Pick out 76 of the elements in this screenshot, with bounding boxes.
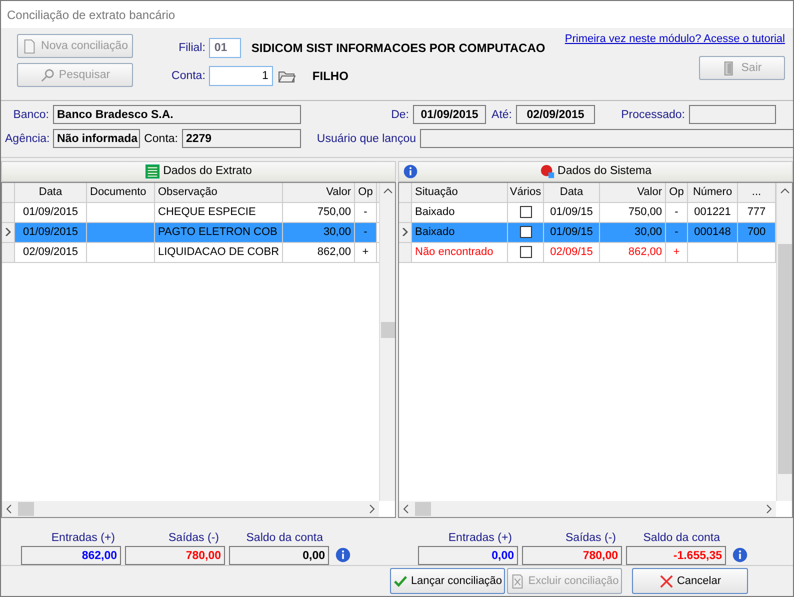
scroll-right-icon[interactable] xyxy=(369,504,375,514)
field-label: Conta: xyxy=(170,70,206,82)
info-icon[interactable] xyxy=(732,547,748,564)
column-header[interactable]: Data xyxy=(544,182,600,202)
scroll-thumb[interactable] xyxy=(415,502,431,516)
checkbox[interactable] xyxy=(520,226,532,238)
info-icon[interactable] xyxy=(403,164,418,179)
column-header[interactable]: Op xyxy=(666,182,688,202)
checkmark-icon xyxy=(392,574,408,588)
end-date-field: 02/09/2015 xyxy=(516,105,595,124)
search-icon xyxy=(40,68,55,82)
table-row[interactable]: Não encontrado 02/09/15 862,00 + xyxy=(399,242,776,263)
account-name: FILHO xyxy=(312,69,348,83)
field-label: Filial: xyxy=(178,42,206,54)
total-field: 780,00 xyxy=(522,546,622,566)
table-row[interactable]: 02/09/2015 LIQUIDACAO DE COBR 862,00 + xyxy=(2,242,379,263)
row-pointer-icon xyxy=(5,228,11,236)
column-header[interactable]: Vários xyxy=(508,182,544,202)
scroll-up-icon[interactable] xyxy=(780,188,790,194)
bank-field: Banco Bradesco S.A. xyxy=(53,105,301,124)
scroll-thumb[interactable] xyxy=(380,322,394,338)
column-header[interactable]: Observação xyxy=(155,182,283,202)
action-button[interactable]: Lançar conciliação xyxy=(390,568,505,594)
column-header[interactable]: Situação xyxy=(412,182,508,202)
panel-title: Dados do Sistema xyxy=(558,165,652,178)
company-name: SIDICOM SIST INFORMACOES POR COMPUTACAO xyxy=(251,41,546,55)
column-header[interactable]: Data xyxy=(15,182,87,202)
table-row[interactable]: Baixado 01/09/15 30,00 - 000148 700 xyxy=(399,222,776,243)
scroll-left-icon[interactable] xyxy=(6,504,12,514)
total-field: -1.655,35 xyxy=(626,546,726,566)
field-label: Processado: xyxy=(620,108,686,120)
info-icon[interactable] xyxy=(335,547,351,564)
total-label: Saídas (-) xyxy=(566,532,617,544)
scroll-up-icon[interactable] xyxy=(382,188,392,194)
total-label: Saldo da conta xyxy=(246,532,324,544)
field-label: De: xyxy=(390,108,410,120)
document-icon xyxy=(22,38,38,54)
window-title: Conciliação de extrato bancário xyxy=(7,8,176,22)
agency-field: Não informada xyxy=(53,129,140,148)
column-header[interactable]: Número xyxy=(688,182,738,202)
branch-field[interactable]: 01 xyxy=(209,38,242,58)
total-label: Saídas (-) xyxy=(168,532,220,544)
account-field[interactable]: 1 xyxy=(209,66,274,86)
tutorial-link[interactable]: Primeira vez neste módulo? Acesse o tutorial xyxy=(564,33,785,45)
list-icon xyxy=(145,164,160,179)
scroll-thumb[interactable] xyxy=(18,502,34,516)
total-field: 0,00 xyxy=(418,546,518,566)
panel-title: Dados do Extrato xyxy=(163,165,252,178)
scroll-thumb[interactable] xyxy=(778,244,792,474)
document-x-icon xyxy=(510,574,526,588)
scroll-right-icon[interactable] xyxy=(766,504,772,514)
field-label: Banco: xyxy=(12,108,50,120)
total-label: Saldo da conta xyxy=(643,532,721,544)
table-row[interactable]: 01/09/2015 PAGTO ELETRON COB 30,00 - xyxy=(2,222,379,243)
logo-icon xyxy=(540,164,555,179)
row-pointer-icon xyxy=(402,228,408,236)
action-button[interactable]: Cancelar xyxy=(632,568,748,594)
total-field: 780,00 xyxy=(125,546,225,566)
total-label: Entradas (+) xyxy=(448,532,513,544)
field-label: Usuário que lançou xyxy=(316,132,417,144)
scroll-left-icon[interactable] xyxy=(403,504,409,514)
field-label: Conta: xyxy=(143,132,179,144)
column-header[interactable]: Op xyxy=(355,182,377,202)
field-label: Até: xyxy=(490,108,513,120)
close-icon xyxy=(658,574,674,588)
column-header[interactable]: Valor xyxy=(283,182,355,202)
total-field: 0,00 xyxy=(229,546,329,566)
column-header[interactable]: Valor xyxy=(600,182,666,202)
start-date-field: 01/09/2015 xyxy=(413,105,486,124)
checkbox[interactable] xyxy=(520,206,532,218)
column-header[interactable]: Documento xyxy=(87,182,155,202)
total-field: 862,00 xyxy=(21,546,121,566)
total-label: Entradas (+) xyxy=(51,532,116,544)
account-number-field: 2279 xyxy=(182,129,301,148)
checkbox[interactable] xyxy=(520,246,532,258)
field-label: Agência: xyxy=(5,132,51,144)
